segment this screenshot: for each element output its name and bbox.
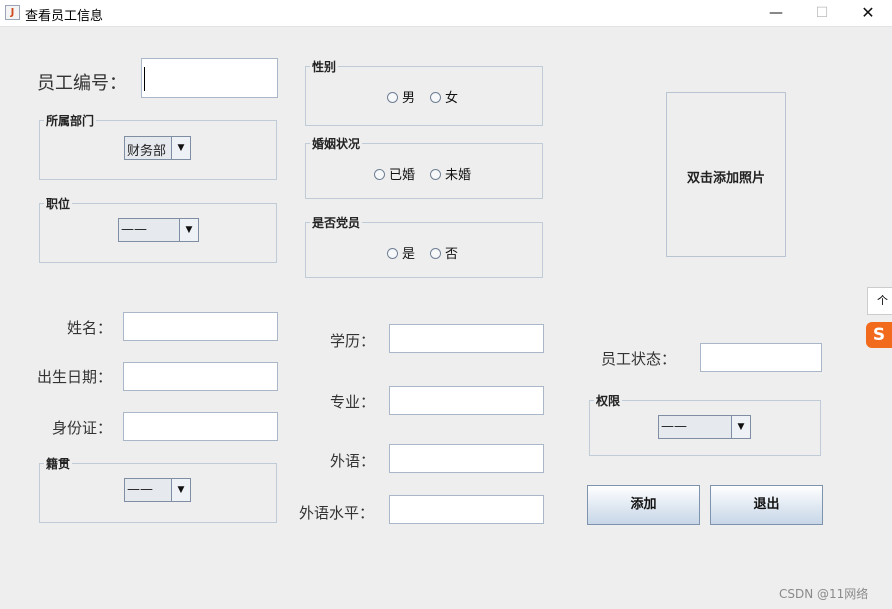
dept-group-title: 所属部门: [44, 112, 97, 129]
radio-circle-icon: [430, 248, 441, 259]
close-button[interactable]: ✕: [845, 0, 891, 26]
birth-field[interactable]: [123, 362, 278, 391]
native-group-title: 籍贯: [44, 455, 73, 472]
party-yes-radio[interactable]: 是: [387, 243, 415, 262]
birth-label: 出生日期：: [37, 368, 113, 386]
party-no-radio[interactable]: 否: [430, 243, 458, 262]
gender-male-radio[interactable]: 男: [387, 87, 415, 106]
dept-group: 所属部门 财务部 ▼: [39, 112, 277, 180]
dept-combo-arrow-icon[interactable]: ▼: [171, 137, 190, 159]
marital-group: 婚姻状况 已婚 未婚: [305, 135, 543, 199]
party-no-label: 否: [445, 247, 459, 262]
name-field[interactable]: [123, 312, 278, 341]
party-group: 是否党员 是 否: [305, 214, 543, 278]
edu-label: 学历：: [330, 332, 376, 350]
native-group: 籍贯 —— ▼: [39, 455, 277, 523]
marital-single-label: 未婚: [445, 168, 472, 183]
marital-single-radio[interactable]: 未婚: [430, 164, 471, 183]
add-button[interactable]: 添加: [587, 485, 700, 525]
edu-field[interactable]: [389, 324, 544, 353]
java-app-icon: J: [5, 5, 20, 20]
text-caret: [144, 67, 145, 91]
gender-female-radio[interactable]: 女: [430, 87, 458, 106]
gender-group-title: 性别: [310, 58, 339, 75]
marital-married-radio[interactable]: 已婚: [374, 164, 415, 183]
exit-button[interactable]: 退出: [710, 485, 823, 525]
emp-no-field[interactable]: [141, 58, 278, 98]
maximize-button[interactable]: ☐: [799, 0, 845, 26]
permission-combo-arrow-icon[interactable]: ▼: [731, 416, 750, 438]
position-group: 职位 —— ▼: [39, 195, 277, 263]
gender-female-label: 女: [445, 91, 459, 106]
window-titlebar: J 查看员工信息 — ☐ ✕: [0, 0, 892, 27]
id-label: 身份证：: [52, 419, 113, 437]
lang-label: 外语：: [330, 452, 376, 470]
gender-group: 性别 男 女: [305, 58, 543, 126]
native-combo[interactable]: —— ▼: [124, 478, 191, 502]
window-title: 查看员工信息: [25, 9, 104, 24]
radio-circle-icon: [430, 92, 441, 103]
radio-circle-icon: [387, 248, 398, 259]
position-group-title: 职位: [44, 195, 73, 212]
position-combo[interactable]: —— ▼: [118, 218, 199, 242]
emp-no-label: 员工编号：: [37, 73, 127, 94]
dept-combo[interactable]: 财务部 ▼: [124, 136, 191, 160]
name-label: 姓名：: [67, 319, 113, 337]
radio-circle-icon: [374, 169, 385, 180]
marital-married-label: 已婚: [389, 168, 416, 183]
watermark: CSDN @11网络: [779, 587, 869, 601]
dept-combo-value: 财务部: [127, 144, 167, 159]
minimize-button[interactable]: —: [753, 0, 799, 26]
party-yes-label: 是: [402, 247, 416, 262]
party-group-title: 是否党员: [310, 214, 363, 231]
marital-group-title: 婚姻状况: [310, 135, 363, 152]
lang-field[interactable]: [389, 444, 544, 473]
permission-group-title: 权限: [594, 392, 623, 409]
ime-tooltip: 个性: [867, 287, 892, 315]
position-combo-arrow-icon[interactable]: ▼: [179, 219, 198, 241]
status-field[interactable]: [700, 343, 822, 372]
native-combo-value: ——: [127, 482, 153, 497]
permission-group: 权限 —— ▼: [589, 392, 821, 456]
id-field[interactable]: [123, 412, 278, 441]
radio-circle-icon: [430, 169, 441, 180]
permission-combo[interactable]: —— ▼: [658, 415, 751, 439]
gender-male-label: 男: [402, 91, 416, 106]
permission-combo-value: ——: [661, 419, 687, 434]
photo-panel[interactable]: 双击添加照片: [666, 92, 786, 257]
major-field[interactable]: [389, 386, 544, 415]
status-label: 员工状态：: [601, 350, 677, 368]
lang-level-label: 外语水平：: [299, 504, 375, 522]
major-label: 专业：: [330, 393, 376, 411]
photo-label: 双击添加照片: [686, 171, 765, 186]
lang-level-field[interactable]: [389, 495, 544, 524]
native-combo-arrow-icon[interactable]: ▼: [171, 479, 190, 501]
sogou-ime-icon[interactable]: S: [866, 322, 892, 348]
radio-circle-icon: [387, 92, 398, 103]
position-combo-value: ——: [121, 222, 147, 237]
